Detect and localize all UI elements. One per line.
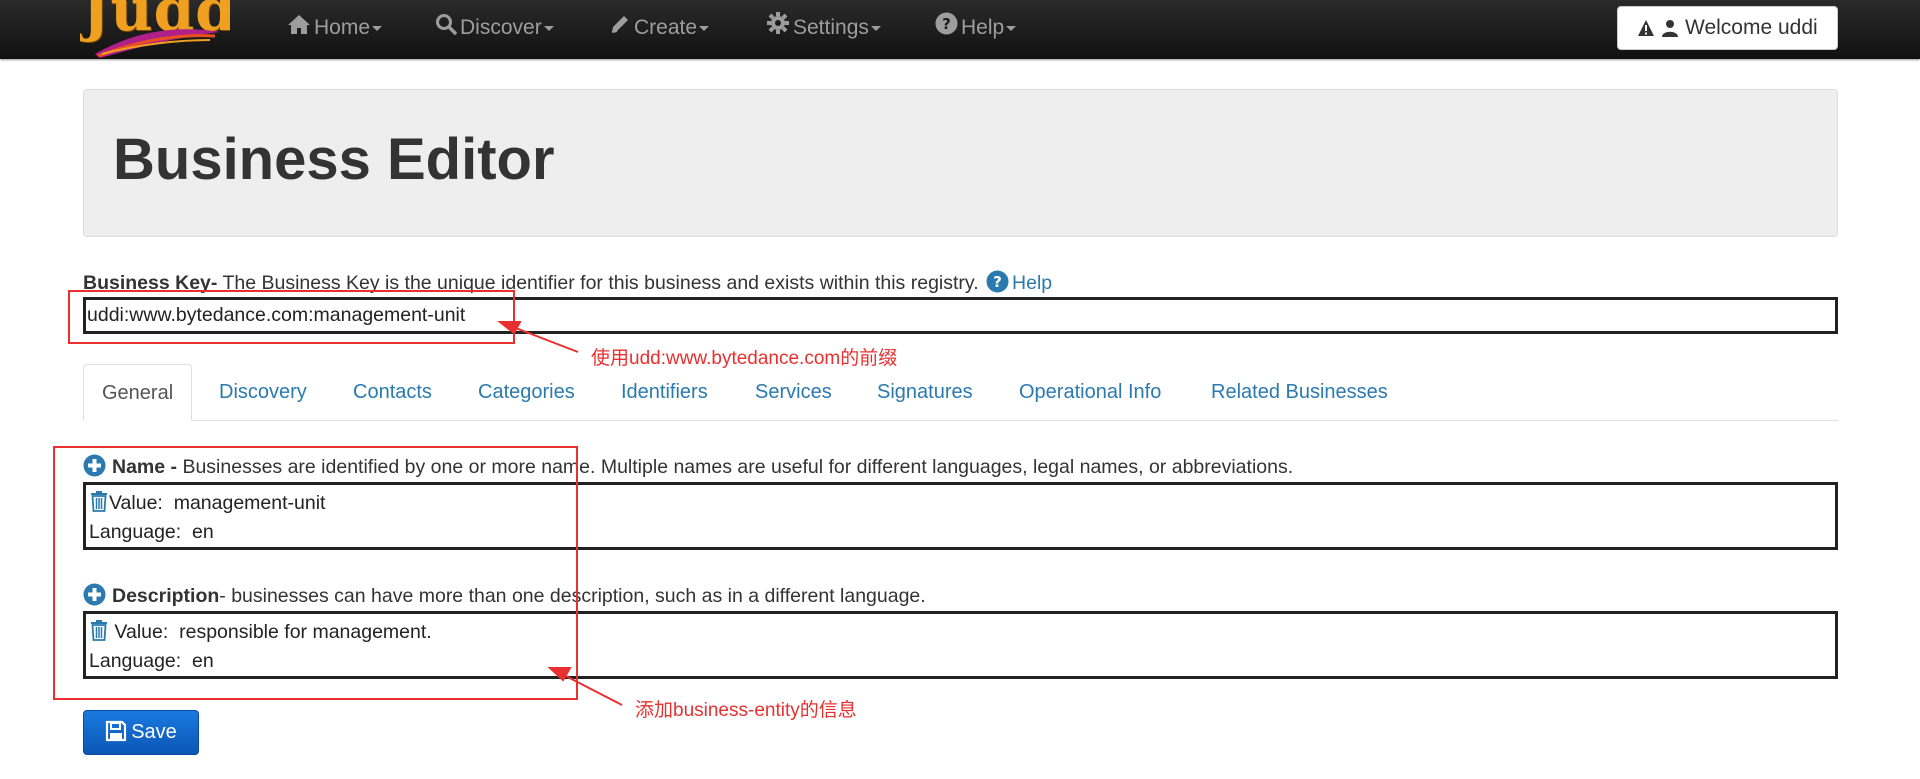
annotation-entity-note: 添加business-entity的信息 bbox=[635, 700, 857, 721]
annotation-arrows bbox=[497, 321, 623, 706]
annotation-prefix-note: 使用udd:www.bytedance.com的前缀 bbox=[591, 348, 898, 369]
